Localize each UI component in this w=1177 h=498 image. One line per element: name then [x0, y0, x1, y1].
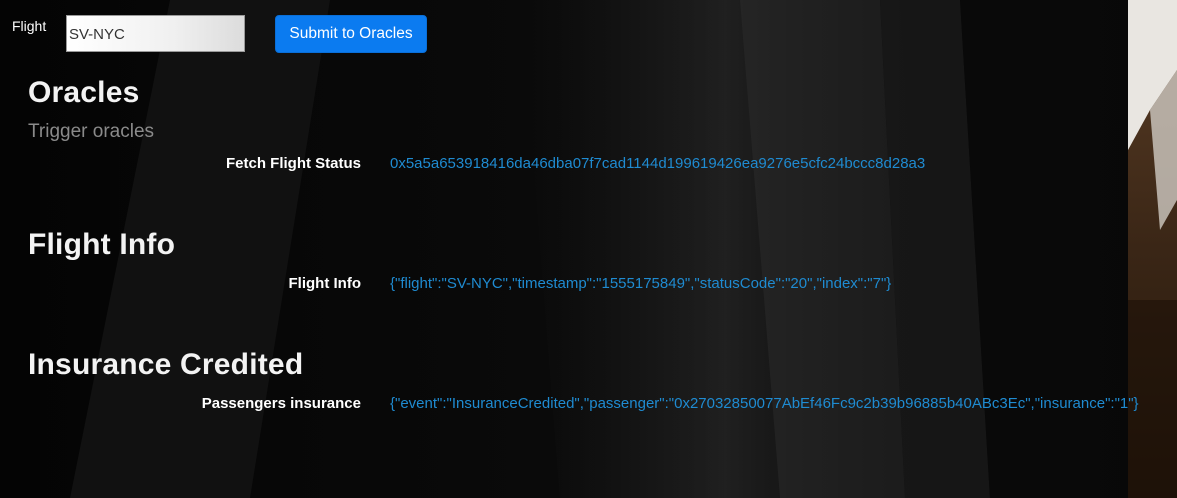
- submit-to-oracles-button[interactable]: Submit to Oracles: [275, 15, 427, 53]
- passengers-insurance-label: Passengers insurance: [201, 395, 361, 412]
- flight-info-section-title: Flight Info: [28, 228, 176, 261]
- flight-info-value: {"flight":"SV-NYC","timestamp":"15551758…: [390, 275, 892, 292]
- flight-info-label: Flight Info: [288, 275, 361, 292]
- fetch-flight-status-value: 0x5a5a653918416da46dba07f7cad1144d199619…: [390, 155, 926, 172]
- oracles-section-subtitle: Trigger oracles: [28, 121, 155, 142]
- page-content: Flight Submit to Oracles Oracles Trigger…: [0, 0, 1177, 498]
- fetch-flight-status-label: Fetch Flight Status: [226, 155, 361, 172]
- flight-label: Flight: [12, 18, 47, 34]
- oracles-section-title: Oracles: [28, 76, 140, 109]
- passengers-insurance-value: {"event":"InsuranceCredited","passenger"…: [390, 395, 1139, 412]
- insurance-credited-section-title: Insurance Credited: [28, 348, 304, 381]
- flight-input[interactable]: [66, 15, 245, 52]
